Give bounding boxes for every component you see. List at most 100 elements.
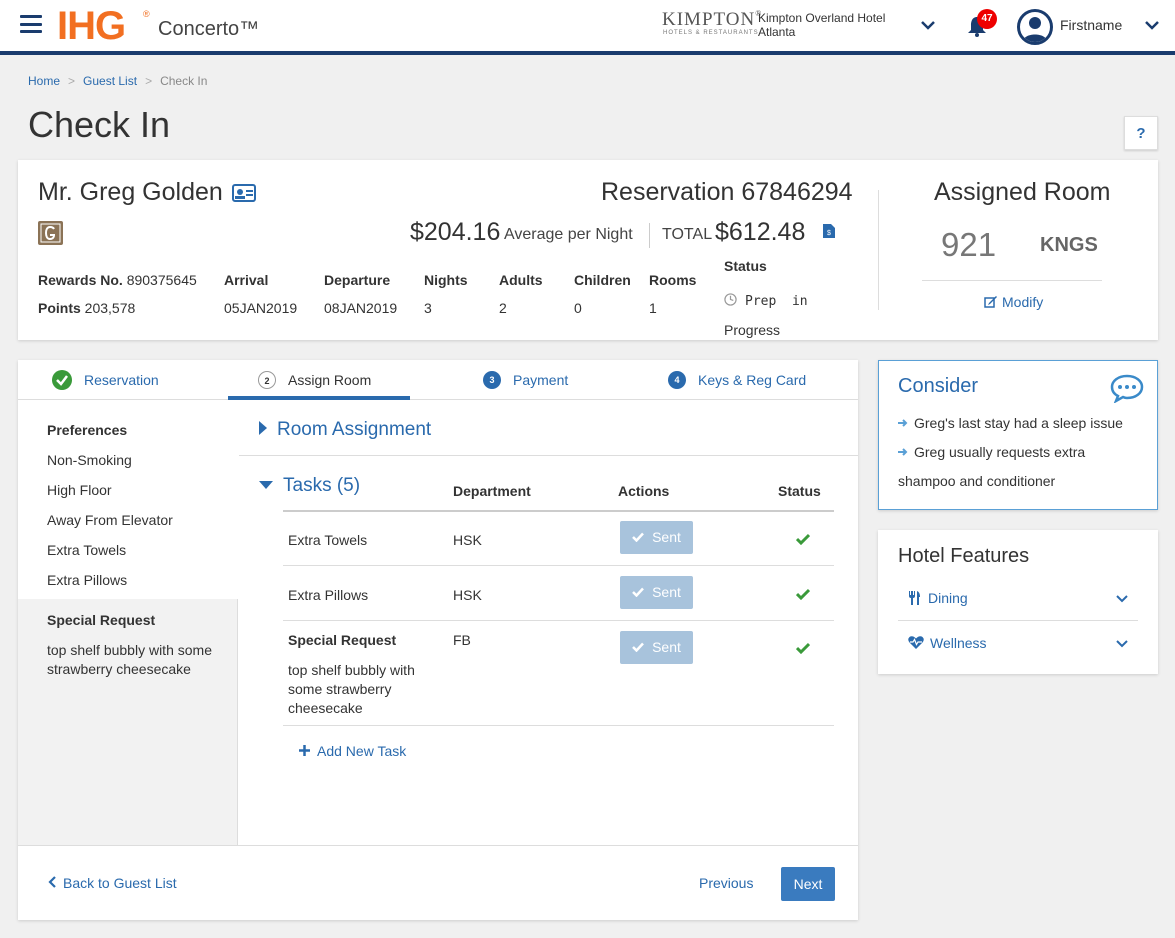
- consider-item: Greg's last stay had a sleep issue: [898, 409, 1148, 438]
- edit-icon: [984, 294, 1002, 310]
- sent-label: Sent: [652, 529, 681, 545]
- sent-button[interactable]: Sent: [620, 631, 693, 664]
- preferences-panel: Preferences Non-Smoking High Floor Away …: [18, 401, 238, 845]
- preferences-title: Preferences: [47, 422, 128, 438]
- previous-button[interactable]: Previous: [699, 875, 753, 891]
- task-name: Extra Towels: [288, 532, 368, 548]
- chevron-down-icon[interactable]: [1144, 18, 1160, 36]
- tasks-title[interactable]: Tasks (5): [283, 475, 360, 497]
- task-department: FB: [453, 632, 471, 648]
- modify-label: Modify: [1002, 294, 1044, 310]
- special-request-line2: strawberry cheesecake: [47, 661, 191, 677]
- checkmark-icon: [632, 639, 652, 655]
- checkmark-icon: [632, 529, 652, 545]
- adults-value: 2: [499, 300, 507, 316]
- step-keys-reg-card[interactable]: 4 Keys & Reg Card: [668, 360, 848, 400]
- preference-item: Non-Smoking: [47, 452, 132, 468]
- status-text-line1: Prep in: [745, 294, 808, 309]
- reservation-summary-card: Mr. Greg Golden Reservation 67846294 $20…: [18, 160, 1158, 340]
- app-name: Concerto™: [158, 18, 260, 40]
- divider: [922, 280, 1102, 281]
- kimpton-subtitle: HOTELS & RESTAURANTS: [663, 30, 759, 36]
- preference-item: Away From Elevator: [47, 512, 173, 528]
- rewards-value: 890375645: [126, 272, 197, 288]
- checkmark-icon: [795, 641, 811, 659]
- sent-button[interactable]: Sent: [620, 521, 693, 554]
- children-label: Children: [574, 272, 631, 288]
- task-department: HSK: [453, 532, 482, 548]
- kimpton-logo: KIMPTON®: [662, 9, 762, 31]
- sent-label: Sent: [652, 639, 681, 655]
- hotel-name-line1: Kimpton Overland Hotel: [758, 11, 886, 25]
- step-reservation[interactable]: Reservation: [52, 360, 202, 400]
- step-label: Payment: [513, 372, 569, 388]
- room-number: 921: [941, 226, 997, 263]
- username[interactable]: Firstname: [1060, 17, 1122, 33]
- breadcrumb-home[interactable]: Home: [28, 74, 60, 88]
- room-assignment-section[interactable]: Room Assignment: [239, 401, 858, 456]
- sent-button[interactable]: Sent: [620, 576, 693, 609]
- feature-label: Dining: [928, 590, 968, 606]
- back-to-guest-list-link[interactable]: Back to Guest List: [48, 875, 177, 891]
- sent-label: Sent: [652, 584, 681, 600]
- add-new-task-button[interactable]: Add New Task: [299, 743, 406, 759]
- consider-item-text-line2: shampoo and conditioner: [898, 473, 1056, 489]
- breadcrumb-separator: >: [145, 74, 153, 88]
- hotel-features-title: Hotel Features: [898, 545, 1030, 567]
- chat-bubble-icon[interactable]: [1110, 373, 1144, 408]
- clock-icon: [724, 292, 745, 308]
- loyalty-tier-icon: [38, 221, 63, 245]
- page-title: Check In: [28, 104, 171, 145]
- chevron-down-icon[interactable]: [920, 18, 936, 36]
- arrival-value: 05JAN2019: [224, 300, 298, 316]
- special-request-text: top shelf bubbly with some strawberry che…: [47, 641, 212, 679]
- hotel-selector[interactable]: Kimpton Overland Hotel Atlanta: [758, 11, 908, 39]
- points-label: Points: [38, 300, 81, 316]
- task-description-line2: some strawberry: [288, 681, 392, 697]
- user-avatar-icon[interactable]: [1017, 9, 1053, 45]
- rewards-number: Rewards No. 890375645: [38, 272, 197, 288]
- help-button[interactable]: ?: [1124, 116, 1158, 150]
- caret-right-icon: [259, 421, 267, 435]
- next-button[interactable]: Next: [781, 867, 835, 901]
- total-value: $612.48: [715, 218, 806, 246]
- feature-wellness[interactable]: Wellness: [898, 629, 1138, 674]
- status-value: Prep in Progress: [724, 286, 808, 344]
- id-card-icon[interactable]: [232, 184, 256, 207]
- divider: [283, 565, 834, 566]
- step-payment[interactable]: 3 Payment: [483, 360, 633, 400]
- step-number: 4: [668, 371, 686, 390]
- divider: [898, 620, 1138, 621]
- ihg-logo[interactable]: IHG: [57, 4, 126, 49]
- step-assign-room[interactable]: 2 Assign Room: [228, 360, 410, 400]
- consider-item-text: Greg's last stay had a sleep issue: [914, 415, 1123, 431]
- guest-name: Mr. Greg Golden: [38, 178, 223, 206]
- preferences-list: Preferences Non-Smoking High Floor Away …: [18, 401, 238, 599]
- divider: [283, 510, 834, 512]
- heart-pulse-icon: [908, 636, 924, 652]
- status-text-line2: Progress: [724, 322, 781, 338]
- average-rate: $204.16: [410, 218, 501, 246]
- consider-item-text-line1: Greg usually requests extra: [914, 444, 1086, 460]
- checkmark-icon: [795, 532, 811, 550]
- consider-item: Greg usually requests extra shampoo and c…: [898, 438, 1148, 496]
- assign-room-content: Room Assignment Tasks (5) Department Act…: [239, 401, 858, 845]
- menu-icon[interactable]: [20, 15, 42, 33]
- step-label: Assign Room: [288, 372, 372, 388]
- breadcrumb-guest-list[interactable]: Guest List: [83, 74, 137, 88]
- checkmark-circle-icon: [52, 370, 72, 391]
- preference-item: Extra Pillows: [47, 572, 128, 588]
- chevron-down-icon: [1116, 635, 1128, 651]
- column-header-department: Department: [453, 483, 531, 499]
- points: Points 203,578: [38, 300, 135, 316]
- feature-dining[interactable]: Dining: [898, 584, 1138, 629]
- back-label: Back to Guest List: [63, 875, 177, 891]
- average-rate-label: Average per Night: [504, 226, 633, 243]
- nights-label: Nights: [424, 272, 468, 288]
- modify-room-button[interactable]: Modify: [984, 294, 1043, 310]
- rooms-label: Rooms: [649, 272, 697, 288]
- nights-value: 3: [424, 300, 432, 316]
- invoice-icon[interactable]: $: [822, 223, 836, 244]
- logo-registered-mark: ®: [143, 9, 150, 19]
- caret-down-icon[interactable]: [259, 481, 273, 489]
